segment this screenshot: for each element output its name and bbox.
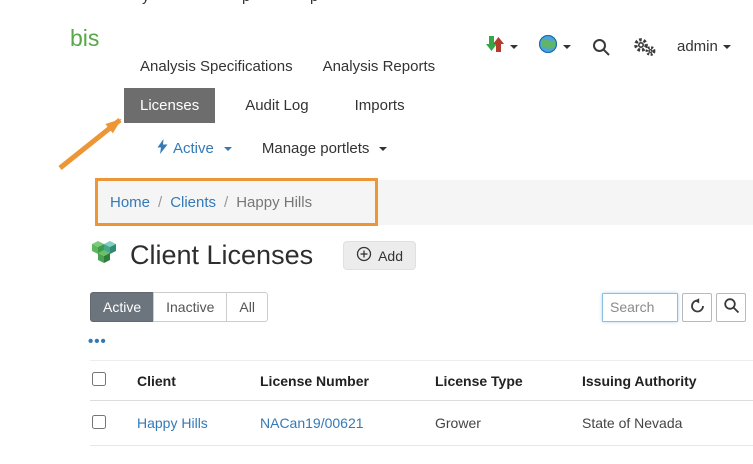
filter-all-button[interactable]: All	[226, 292, 268, 322]
reset-search-button[interactable]	[682, 293, 712, 322]
active-filter-dropdown[interactable]: Active	[157, 139, 232, 158]
manage-portlets-label: Manage portlets	[262, 140, 370, 157]
select-all-checkbox[interactable]	[92, 372, 106, 386]
nav-item-analysis-specifications[interactable]: Analysis Specifications	[140, 58, 293, 75]
search-group	[602, 293, 746, 322]
more-menu-dots[interactable]: •••	[88, 333, 107, 350]
status-filter-group: Active Inactive All	[90, 292, 268, 322]
licenses-table: Client License Number License Type Issui…	[90, 360, 753, 446]
page-header: Client Licenses Add	[88, 239, 416, 272]
search-button[interactable]	[716, 293, 746, 322]
page-title: Client Licenses	[130, 240, 313, 271]
breadcrumb-home-link[interactable]: Home	[110, 194, 150, 211]
col-header-license-number: License Number	[260, 361, 435, 401]
import-export-dropdown[interactable]	[485, 34, 518, 59]
license-type-cell: Grower	[435, 401, 582, 446]
client-link[interactable]: Happy Hills	[137, 415, 208, 431]
nav-item-analysis-reports[interactable]: Analysis Reports	[323, 58, 436, 75]
language-dropdown[interactable]	[538, 34, 571, 59]
filter-active-button[interactable]: Active	[90, 292, 154, 322]
caret-down-icon	[510, 45, 518, 49]
primary-nav: Analysis Specifications Analysis Reports	[140, 58, 435, 75]
globe-icon	[538, 34, 558, 59]
row-checkbox[interactable]	[92, 415, 106, 429]
breadcrumb-separator: /	[224, 194, 228, 211]
settings-gears-icon[interactable]	[631, 36, 657, 58]
clipped-text-fragment: y	[142, 0, 150, 5]
issuing-authority-cell: State of Nevada	[582, 401, 753, 446]
active-dropdown-label: Active	[173, 140, 214, 157]
global-search-icon[interactable]	[591, 37, 611, 57]
add-button[interactable]: Add	[343, 241, 416, 270]
col-header-issuing-authority: Issuing Authority	[582, 361, 753, 401]
table-row: Happy Hills NACan19/00621 Grower State o…	[90, 401, 753, 446]
clipped-top-nav: y p p	[0, 0, 753, 8]
search-icon	[723, 297, 740, 317]
col-header-client: Client	[137, 361, 260, 401]
tab-licenses[interactable]: Licenses	[124, 88, 215, 123]
header-icon-bar: admin	[485, 34, 731, 59]
manage-portlets-dropdown[interactable]: Manage portlets	[262, 140, 388, 157]
breadcrumb-clients-link[interactable]: Clients	[170, 194, 216, 211]
add-button-label: Add	[378, 248, 403, 264]
undo-icon	[689, 298, 706, 317]
toolbar: Active Inactive All	[90, 292, 746, 322]
licenses-cubes-icon	[88, 239, 120, 272]
clipped-text-fragment: p	[310, 0, 318, 5]
breadcrumb-current: Happy Hills	[236, 194, 312, 211]
caret-down-icon	[379, 147, 387, 151]
portlet-bar: Active Manage portlets	[157, 139, 387, 158]
user-menu-dropdown[interactable]: admin	[677, 38, 731, 55]
breadcrumb: Home / Clients / Happy Hills	[97, 180, 753, 225]
user-name: admin	[677, 38, 718, 55]
search-input[interactable]	[602, 293, 678, 322]
caret-down-icon	[224, 147, 232, 151]
circle-plus-icon	[356, 246, 372, 265]
lightning-icon	[157, 139, 168, 158]
license-number-link[interactable]: NACan19/00621	[260, 415, 364, 431]
secondary-nav: Licenses Audit Log Imports	[124, 88, 421, 123]
filter-inactive-button[interactable]: Inactive	[153, 292, 227, 322]
table-header-row: Client License Number License Type Issui…	[90, 361, 753, 401]
tab-imports[interactable]: Imports	[339, 88, 421, 123]
tab-audit-log[interactable]: Audit Log	[229, 88, 324, 123]
clipped-text-fragment: p	[242, 0, 250, 5]
app-screen: y p p bis Analysis Specifications Analys…	[0, 0, 753, 464]
import-export-icon	[485, 34, 505, 59]
breadcrumb-separator: /	[158, 194, 162, 211]
col-header-license-type: License Type	[435, 361, 582, 401]
brand-logo[interactable]: bis	[70, 25, 99, 52]
caret-down-icon	[563, 45, 571, 49]
caret-down-icon	[723, 45, 731, 49]
